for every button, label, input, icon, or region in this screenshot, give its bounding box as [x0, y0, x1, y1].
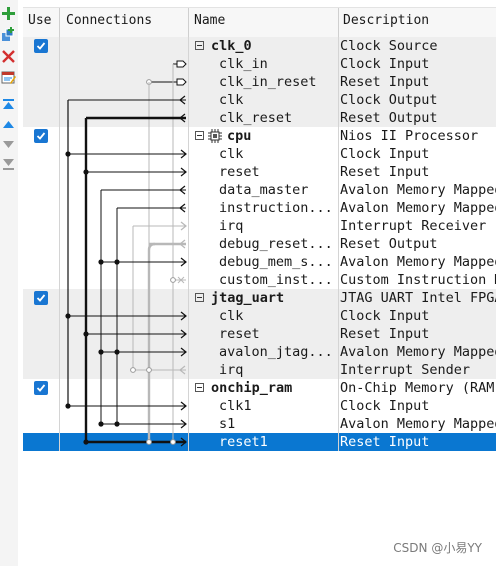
export-icon: [176, 78, 187, 86]
description-text: Reset Input: [340, 164, 430, 180]
port-name: clk_reset: [219, 110, 293, 126]
description-text: Clock Input: [340, 308, 430, 324]
description-text: Avalon Memory Mapped: [340, 200, 496, 216]
collapse-icon[interactable]: [195, 293, 204, 302]
port-name: irq: [219, 362, 244, 378]
description-text: On-Chip Memory (RAM: [340, 380, 495, 396]
description-text: Interrupt Sender: [340, 362, 471, 378]
remove-icon[interactable]: [1, 49, 16, 64]
connection-dot: [114, 349, 120, 355]
port-name: reset: [219, 326, 260, 342]
wire-segment: [147, 242, 156, 251]
connection-dot: [98, 259, 104, 265]
description-text: Reset Input: [340, 326, 430, 342]
add-icon[interactable]: [1, 6, 16, 21]
port-name: clk_in: [219, 56, 268, 72]
table-header: Use Connections Name Description: [23, 7, 496, 38]
description-text: Clock Input: [340, 398, 430, 414]
port-name: clk_in_reset: [219, 74, 317, 90]
column-divider[interactable]: [188, 8, 189, 37]
column-divider[interactable]: [59, 8, 60, 37]
connection-point: [146, 439, 152, 445]
connection-dot: [83, 169, 89, 175]
collapse-icon[interactable]: [195, 131, 204, 140]
description-text: Avalon Memory Mapped: [340, 182, 496, 198]
connection-dot: [114, 421, 120, 427]
column-divider[interactable]: [338, 8, 339, 37]
description-text: Interrupt Receiver: [340, 218, 487, 234]
description-text: Reset Input: [340, 74, 430, 90]
module-name: cpu: [227, 128, 252, 144]
connection-dot: [114, 259, 120, 265]
collapse-icon[interactable]: [195, 383, 204, 392]
description-text: Avalon Memory Mapped: [340, 344, 496, 360]
description-text: Clock Source: [340, 38, 438, 54]
move-up-icon[interactable]: [1, 117, 16, 132]
connection-dot: [65, 313, 71, 319]
header-connections[interactable]: Connections: [66, 13, 152, 28]
connection-point: [170, 439, 176, 445]
header-description[interactable]: Description: [343, 13, 429, 28]
move-to-bottom-icon[interactable]: [1, 157, 16, 172]
watermark: CSDN @小易YY: [393, 541, 482, 555]
port-name: irq: [219, 218, 244, 234]
connection-dot: [65, 403, 71, 409]
port-name: custom_inst...: [219, 272, 333, 288]
connection-dot: [83, 331, 89, 337]
port-name: debug_reset...: [219, 236, 333, 252]
connection-point: [170, 277, 176, 283]
description-text: Reset Output: [340, 110, 438, 126]
port-name: reset: [219, 164, 260, 180]
connection-wires: [65, 60, 187, 447]
collapse-icon[interactable]: [195, 41, 204, 50]
port-name: instruction...: [219, 200, 333, 216]
edit-icon[interactable]: [1, 70, 16, 85]
connection-point: [146, 367, 152, 373]
move-to-top-icon[interactable]: [1, 97, 16, 112]
module-name: onchip_ram: [211, 380, 293, 396]
port-name: s1: [219, 416, 236, 432]
port-name: reset1: [219, 434, 268, 450]
port-name: debug_mem_s...: [219, 254, 333, 270]
description-text: Avalon Memory Mapped: [340, 416, 496, 432]
export-icon: [176, 60, 187, 68]
description-text: Clock Input: [340, 56, 430, 72]
port-name: clk: [219, 146, 244, 162]
description-text: JTAG UART Intel FPGA: [340, 290, 496, 306]
description-text: Reset Output: [340, 236, 438, 252]
left-toolbar: [0, 0, 18, 566]
column-divider: [338, 37, 339, 451]
connection-dot: [98, 349, 104, 355]
move-down-icon[interactable]: [1, 137, 16, 152]
port-name: clk: [219, 92, 244, 108]
description-text: Clock Output: [340, 92, 438, 108]
port-name: clk: [219, 308, 244, 324]
description-text: Clock Input: [340, 146, 430, 162]
description-text: Reset Input: [340, 434, 430, 450]
module-name: clk_0: [211, 38, 252, 54]
header-name[interactable]: Name: [194, 13, 225, 28]
add-connection-icon[interactable]: [1, 27, 16, 42]
module-name: jtag_uart: [211, 290, 285, 306]
description-text: Custom Instruction M: [340, 272, 496, 288]
connection-point: [130, 367, 136, 373]
port-name: avalon_jtag...: [219, 344, 333, 360]
port-name: clk1: [219, 398, 252, 414]
connection-dot: [83, 439, 89, 445]
description-text: Avalon Memory Mapped: [340, 254, 496, 270]
connection-dot: [65, 151, 71, 157]
header-use[interactable]: Use: [28, 13, 51, 28]
connection-dot: [98, 421, 104, 427]
processor-icon: [208, 129, 222, 143]
description-text: Nios II Processor: [340, 128, 479, 144]
port-name: data_master: [219, 182, 309, 198]
